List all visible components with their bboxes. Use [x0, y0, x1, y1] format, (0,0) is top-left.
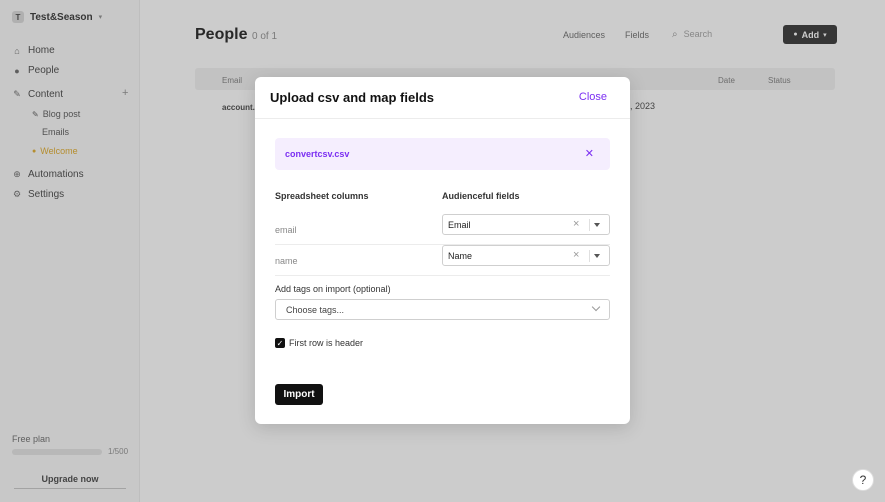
audienceful-fields-heading: Audienceful fields: [442, 191, 520, 201]
select-divider: [589, 250, 590, 262]
remove-file-icon[interactable]: ✕: [585, 147, 594, 160]
field-select-name[interactable]: Name ×: [442, 245, 610, 266]
clear-icon[interactable]: ×: [573, 218, 579, 230]
file-name: convertcsv.csv: [285, 149, 350, 159]
close-button[interactable]: Close: [579, 91, 607, 103]
spreadsheet-columns-heading: Spreadsheet columns: [275, 191, 369, 201]
mapping-row-name: name Name ×: [275, 245, 610, 276]
help-button[interactable]: ?: [852, 469, 874, 491]
tags-label: Add tags on import (optional): [275, 284, 391, 294]
caret-down-icon[interactable]: [594, 223, 600, 227]
uploaded-file: convertcsv.csv ✕: [275, 138, 610, 170]
caret-down-icon[interactable]: [594, 254, 600, 258]
first-row-header-label[interactable]: First row is header: [289, 338, 363, 348]
upload-csv-modal: Upload csv and map fields Close convertc…: [255, 77, 630, 424]
modal-title: Upload csv and map fields: [270, 90, 434, 105]
field-select-value: Email: [448, 220, 471, 230]
field-select-email[interactable]: Email ×: [442, 214, 610, 235]
mapping-row-email: email Email ×: [275, 214, 610, 245]
spreadsheet-column-name: name: [275, 256, 298, 266]
tags-select[interactable]: Choose tags...: [275, 299, 610, 320]
spreadsheet-column-name: email: [275, 225, 297, 235]
clear-icon[interactable]: ×: [573, 249, 579, 261]
import-button[interactable]: Import: [275, 384, 323, 405]
chevron-down-icon: [591, 302, 601, 312]
first-row-header-checkbox[interactable]: ✓: [275, 338, 285, 348]
tags-placeholder: Choose tags...: [286, 305, 345, 315]
field-select-value: Name: [448, 251, 473, 261]
modal-header: Upload csv and map fields Close: [255, 77, 630, 119]
select-divider: [589, 219, 590, 231]
